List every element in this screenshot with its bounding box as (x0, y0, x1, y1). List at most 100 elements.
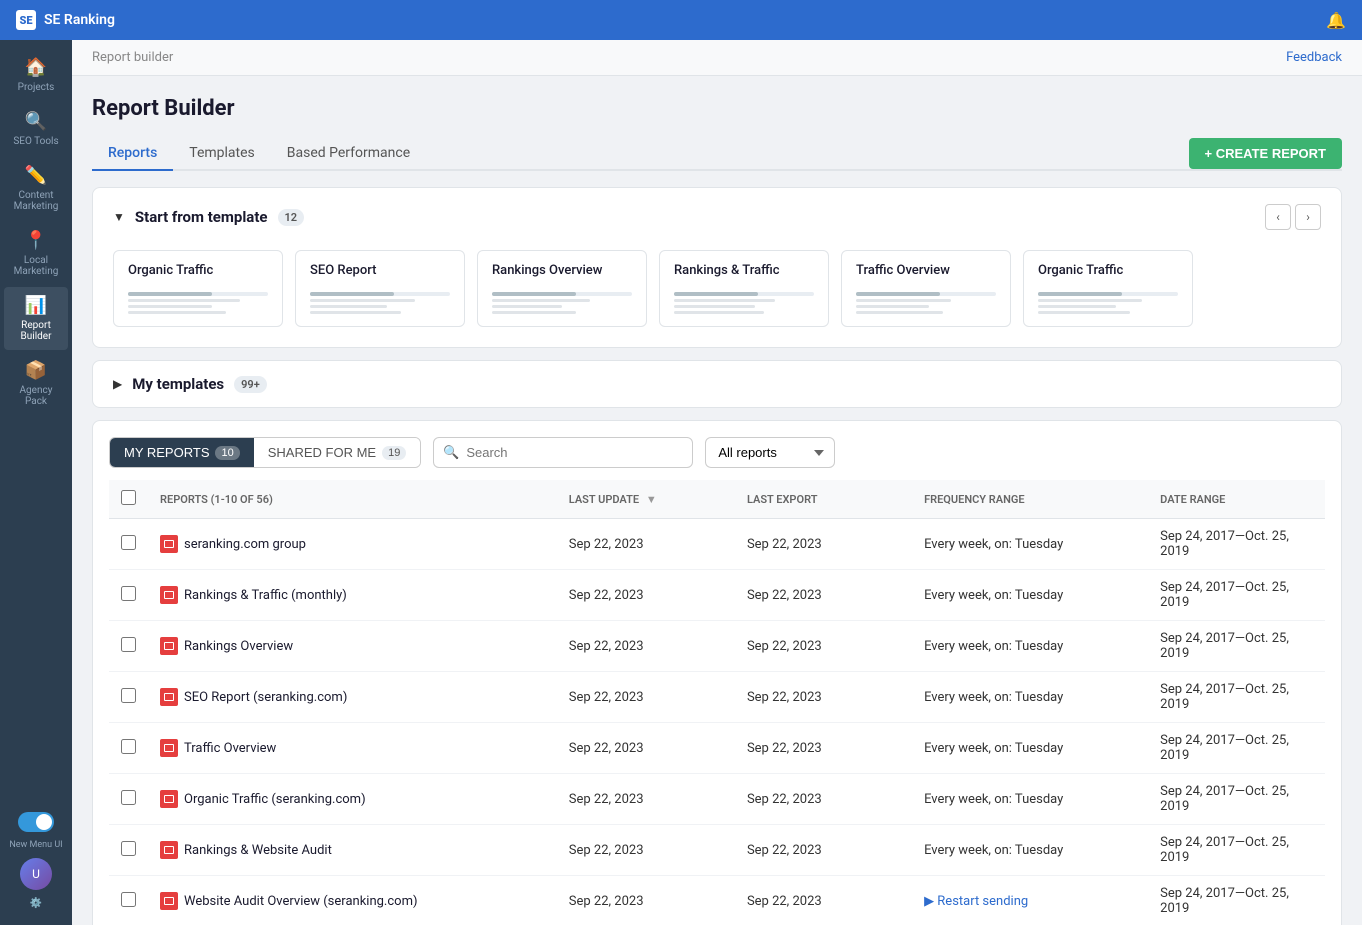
select-all-checkbox[interactable] (121, 490, 136, 505)
template-card-2[interactable]: Rankings Overview (477, 250, 647, 327)
tab-based-performance[interactable]: Based Performance (271, 137, 426, 171)
top-bar: SE SE Ranking 🔔 (0, 0, 1362, 40)
row-checkbox-cell (109, 774, 148, 825)
col-date-range: DATE RANGE (1148, 480, 1325, 519)
row-checkbox[interactable] (121, 739, 136, 754)
template-card-3[interactable]: Rankings & Traffic (659, 250, 829, 327)
col-last-export: LAST EXPORT (735, 480, 912, 519)
my-reports-label: MY REPORTS (124, 445, 209, 460)
row-last-export: Sep 22, 2023 (735, 774, 912, 825)
search-input-wrap: 🔍 (433, 437, 693, 468)
row-last-export: Sep 22, 2023 (735, 519, 912, 570)
row-last-export: Sep 22, 2023 (735, 723, 912, 774)
frequency-text: Every week, on: Tuesday (924, 792, 1063, 807)
sidebar-item-agency-pack[interactable]: 📦 Agency Pack (4, 352, 68, 415)
report-name[interactable]: Organic Traffic (seranking.com) (184, 792, 366, 807)
reports-table: REPORTS (1-10 OF 56) LAST UPDATE ▼ LAST … (109, 480, 1325, 925)
template-card-0[interactable]: Organic Traffic (113, 250, 283, 327)
row-name-cell: Organic Traffic (seranking.com) (148, 774, 557, 825)
col-last-update[interactable]: LAST UPDATE ▼ (557, 480, 735, 519)
tab-button-group: MY REPORTS 10 SHARED FOR ME 19 (109, 437, 421, 468)
tab-reports[interactable]: Reports (92, 137, 173, 171)
table-row: Traffic Overview Sep 22, 2023 Sep 22, 20… (109, 723, 1325, 774)
app-name: SE Ranking (44, 12, 115, 28)
template-name-1: SEO Report (310, 263, 450, 278)
row-date-range: Sep 24, 2017—Oct. 25, 2019 (1148, 621, 1325, 672)
pdf-icon (160, 739, 178, 757)
user-avatar[interactable]: U (20, 858, 52, 890)
new-menu-toggle[interactable] (18, 812, 54, 832)
shared-for-me-tab[interactable]: SHARED FOR ME 19 (254, 438, 421, 467)
row-checkbox[interactable] (121, 688, 136, 703)
all-reports-select[interactable]: All reports (705, 437, 835, 468)
row-checkbox[interactable] (121, 637, 136, 652)
row-last-update: Sep 22, 2023 (557, 672, 735, 723)
row-checkbox[interactable] (121, 586, 136, 601)
table-row: Organic Traffic (seranking.com) Sep 22, … (109, 774, 1325, 825)
row-checkbox[interactable] (121, 892, 136, 907)
my-templates-badge: 99+ (234, 376, 267, 393)
row-checkbox[interactable] (121, 841, 136, 856)
report-name[interactable]: Rankings & Website Audit (184, 843, 332, 858)
sidebar-item-report-builder[interactable]: 📊 Report Builder (4, 287, 68, 350)
row-name-cell: Rankings Overview (148, 621, 557, 672)
report-builder-icon: 📊 (25, 295, 47, 316)
create-report-button[interactable]: + CREATE REPORT (1189, 138, 1342, 169)
row-last-export: Sep 22, 2023 (735, 672, 912, 723)
sidebar-item-content-marketing[interactable]: ✏️ Content Marketing (4, 157, 68, 220)
report-name[interactable]: Rankings & Traffic (monthly) (184, 588, 347, 603)
select-all-col (109, 480, 148, 519)
row-checkbox-cell (109, 621, 148, 672)
row-name-cell: SEO Report (seranking.com) (148, 672, 557, 723)
row-checkbox-cell (109, 825, 148, 876)
report-name[interactable]: Rankings Overview (184, 639, 293, 654)
row-checkbox[interactable] (121, 535, 136, 550)
report-name[interactable]: SEO Report (seranking.com) (184, 690, 347, 705)
my-templates-header[interactable]: ▶ My templates 99+ (93, 361, 1341, 407)
template-card-4[interactable]: Traffic Overview (841, 250, 1011, 327)
sidebar-item-label-seo-tools: SEO Tools (13, 136, 58, 147)
row-last-update: Sep 22, 2023 (557, 723, 735, 774)
table-row: Website Audit Overview (seranking.com) S… (109, 876, 1325, 925)
table-row: Rankings & Traffic (monthly) Sep 22, 202… (109, 570, 1325, 621)
content-area: Report Builder Reports Templates Based P… (72, 76, 1362, 925)
pdf-icon (160, 892, 178, 910)
search-input[interactable] (433, 437, 693, 468)
template-card-5[interactable]: Organic Traffic (1023, 250, 1193, 327)
row-checkbox-cell (109, 519, 148, 570)
start-from-template-section: ▼ Start from template 12 ‹ › Organic Tra… (92, 187, 1342, 348)
tab-templates[interactable]: Templates (173, 137, 271, 171)
row-checkbox-cell (109, 672, 148, 723)
breadcrumb: Report builder (92, 50, 173, 65)
start-from-template-title: Start from template (135, 208, 268, 226)
sidebar-item-local-marketing[interactable]: 📍 Local Marketing (4, 222, 68, 285)
template-card-1[interactable]: SEO Report (295, 250, 465, 327)
tabs: Reports Templates Based Performance (92, 137, 426, 169)
next-templates-button[interactable]: › (1295, 204, 1321, 230)
report-name[interactable]: Website Audit Overview (seranking.com) (184, 894, 418, 909)
settings-icon[interactable]: ⚙️ (30, 898, 42, 909)
row-name-cell: Traffic Overview (148, 723, 557, 774)
tabs-row: Reports Templates Based Performance + CR… (92, 137, 1342, 171)
report-name[interactable]: Traffic Overview (184, 741, 276, 756)
report-name[interactable]: seranking.com group (184, 537, 306, 552)
main-content: Report builder Feedback Report Builder R… (72, 40, 1362, 925)
sidebar-item-projects[interactable]: 🏠 Projects (4, 49, 68, 101)
table-row: seranking.com group Sep 22, 2023 Sep 22,… (109, 519, 1325, 570)
row-date-range: Sep 24, 2017—Oct. 25, 2019 (1148, 825, 1325, 876)
row-frequency[interactable]: ▶ Restart sending (912, 876, 1148, 925)
restart-sending-btn[interactable]: ▶ Restart sending (924, 894, 1136, 909)
notification-icon[interactable]: 🔔 (1326, 11, 1346, 30)
row-last-export: Sep 22, 2023 (735, 621, 912, 672)
sidebar-item-label-content-marketing: Content Marketing (8, 190, 64, 212)
template-name-3: Rankings & Traffic (674, 263, 814, 278)
sidebar-item-seo-tools[interactable]: 🔍 SEO Tools (4, 103, 68, 155)
sidebar-item-label-agency-pack: Agency Pack (8, 385, 64, 407)
collapse-icon: ▼ (113, 210, 125, 224)
start-from-template-header[interactable]: ▼ Start from template 12 ‹ › (93, 188, 1341, 246)
my-reports-tab[interactable]: MY REPORTS 10 (110, 438, 254, 467)
feedback-link[interactable]: Feedback (1286, 50, 1342, 65)
row-last-update: Sep 22, 2023 (557, 621, 735, 672)
row-checkbox[interactable] (121, 790, 136, 805)
prev-templates-button[interactable]: ‹ (1265, 204, 1291, 230)
